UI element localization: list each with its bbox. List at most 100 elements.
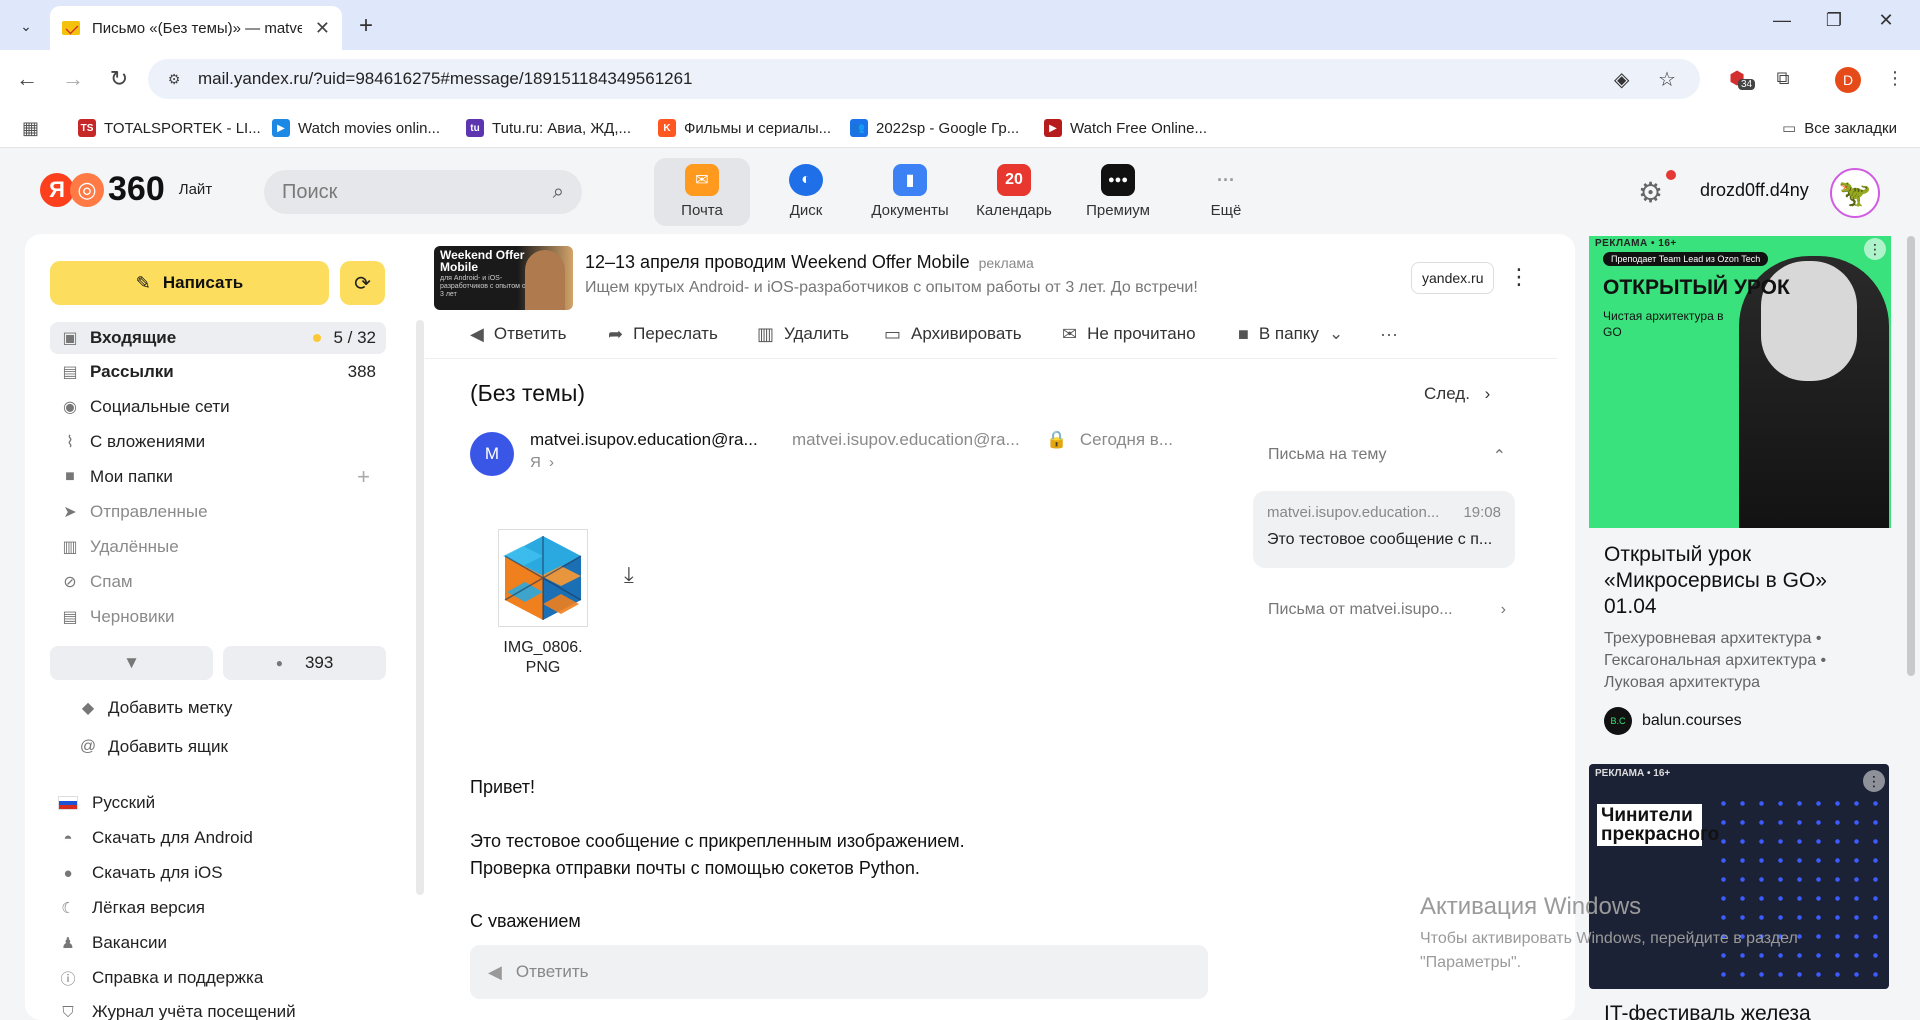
bookmark-4[interactable]: 👥 2022sp - Google Гр... (850, 116, 1019, 140)
top-ad-banner-image[interactable]: Weekend Offer Mobile для Android- и iOS-… (434, 246, 573, 310)
bookmark-star-icon[interactable]: ☆ (1658, 67, 1676, 92)
download-icon[interactable]: ⤓ (624, 562, 634, 588)
lens-icon[interactable]: ◈ (1614, 67, 1629, 92)
compose-button[interactable]: ✎ Написать (50, 261, 329, 305)
mark-unread-button[interactable]: ✉ Не прочитано (1062, 321, 1196, 347)
google-groups-icon: 👥 (850, 119, 868, 137)
yandex360-logo[interactable]: Я ◎ 360 Лайт (40, 170, 212, 209)
folder-deleted[interactable]: ▥ Удалённые (50, 531, 386, 563)
attachment-name[interactable]: IMG_0806. PNG (490, 638, 596, 678)
forward-button[interactable]: → (58, 64, 88, 94)
footer-android[interactable]: ◓ Скачать для Android (58, 824, 252, 852)
username[interactable]: drozd0ff.d4ny (1700, 180, 1809, 201)
add-mailbox-link[interactable]: @ Добавить ящик (78, 733, 228, 761)
service-documents[interactable]: ▮ Документы (862, 158, 958, 226)
folder-my-folders[interactable]: ■ Мои папки + (50, 461, 386, 493)
recipient-text: Я (530, 454, 541, 471)
attachment-thumbnail[interactable] (498, 529, 588, 627)
address-bar[interactable]: ⚙ mail.yandex.ru/?uid=984616275#message/… (148, 59, 1700, 99)
add-label-link[interactable]: ◆ Добавить метку (78, 694, 233, 722)
folder-spam[interactable]: ⊘ Спам (50, 566, 386, 598)
right-scrollbar[interactable] (1907, 236, 1915, 676)
service-premium[interactable]: ●●● Премиум (1070, 158, 1166, 226)
folder-inbox[interactable]: ▣ Входящие 5 / 32 (50, 322, 386, 354)
adblock-extension-icon[interactable]: ⬢ 34 (1724, 65, 1756, 91)
folder-attachments[interactable]: ⌇ С вложениями (50, 426, 386, 458)
service-calendar[interactable]: 20 Календарь (966, 158, 1062, 226)
url-text: mail.yandex.ru/?uid=984616275#message/18… (198, 69, 693, 88)
extensions-puzzle-icon[interactable]: ⧉ (1770, 65, 1796, 91)
sender-avatar[interactable]: M (470, 432, 514, 476)
top-ad-title[interactable]: 12–13 апреля проводим Weekend Offer Mobi… (585, 252, 1034, 273)
bookmark-5[interactable]: ▶ Watch Free Online... (1044, 116, 1207, 140)
search-icon[interactable]: ⌕ (553, 181, 564, 204)
next-message-link[interactable]: След. › (1424, 384, 1490, 404)
footer-visit-log[interactable]: ⛉ Журнал учёта посещений (58, 998, 295, 1020)
bookmark-label: TOTALSPORTEK - LI... (104, 119, 261, 137)
more-actions-button[interactable]: ··· (1380, 321, 1408, 347)
reload-button[interactable]: ↻ (104, 64, 134, 94)
search-input[interactable]: Поиск ⌕ (264, 170, 582, 214)
back-button[interactable]: ← (12, 64, 42, 94)
bookmark-0[interactable]: TS TOTALSPORTEK - LI... (78, 116, 261, 140)
ad-pill: Преподает Team Lead из Ozon Tech (1603, 252, 1769, 266)
settings-notification-dot (1666, 170, 1676, 180)
ad-menu-icon[interactable]: ⋮ (1863, 770, 1885, 792)
folder-sent[interactable]: ➤ Отправленные (50, 496, 386, 528)
user-avatar[interactable]: 🦖 (1830, 168, 1880, 218)
restore-button[interactable]: ❐ (1814, 10, 1854, 31)
archive-button[interactable]: ▭ Архивировать (884, 321, 1022, 347)
footer-language[interactable]: Русский (58, 789, 155, 817)
browser-menu-icon[interactable]: ⋮ (1882, 65, 1908, 91)
right-ad-2-title[interactable]: IT-фестиваль железа (1604, 1002, 1811, 1020)
footer-help[interactable]: ⓘ Справка и поддержка (58, 964, 263, 992)
folder-social[interactable]: ◉ Социальные сети (50, 391, 386, 423)
top-ad-domain-button[interactable]: yandex.ru (1411, 262, 1495, 294)
service-more[interactable]: ··· Ещё (1178, 158, 1274, 226)
unread-filter-chip[interactable]: ● 393 (223, 646, 386, 680)
bookmark-2[interactable]: tu Tutu.ru: Авиа, ЖД,... (466, 116, 631, 140)
footer-jobs[interactable]: ♟ Вакансии (58, 929, 167, 957)
sender-address[interactable]: matvei.isupov.education@ra... (792, 430, 1020, 450)
bookmark-3[interactable]: K Фильмы и сериалы... (658, 116, 831, 140)
right-ad-1-title[interactable]: Открытый урок «Микросервисы в GO» 01.04 (1604, 542, 1884, 620)
right-ad-1-image[interactable]: РЕКЛАМА • 16+ Преподает Team Lead из Ozo… (1589, 236, 1891, 528)
profile-avatar[interactable]: D (1835, 67, 1861, 93)
delete-button[interactable]: ▥ Удалить (757, 321, 849, 347)
letters-from-sender-link[interactable]: Письма от matvei.isupo... › (1268, 601, 1506, 619)
thread-header[interactable]: Письма на тему ⌃ (1268, 446, 1506, 466)
browser-tab-active[interactable]: Письмо «(Без темы)» — matve ✕ (50, 6, 342, 50)
reply-arrow-icon: ◀ (470, 323, 484, 344)
settings-gear-icon[interactable]: ⚙ (1638, 176, 1663, 209)
service-disk[interactable]: ◐ Диск (758, 158, 854, 226)
recipient-link[interactable]: Я › (530, 454, 554, 471)
thread-message-card[interactable]: matvei.isupov.education... 19:08 Это тес… (1253, 491, 1515, 568)
tab-search-chevron-icon[interactable]: ⌄ (12, 12, 40, 40)
new-tab-button[interactable]: + (352, 12, 380, 40)
site-info-icon[interactable]: ⚙ (164, 69, 184, 89)
refresh-button[interactable]: ⟳ (340, 261, 385, 305)
reply-button[interactable]: ◀ Ответить (470, 321, 567, 347)
footer-lite[interactable]: ☾ Лёгкая версия (58, 894, 205, 922)
forward-button-msg[interactable]: ➦ Переслать (608, 321, 718, 347)
tab-close-icon[interactable]: ✕ (315, 18, 330, 39)
minimize-button[interactable]: — (1762, 10, 1802, 31)
bookmarked-filter-chip[interactable]: ▼ (50, 646, 213, 680)
bookmark-1[interactable]: ▶ Watch movies onlin... (272, 116, 440, 140)
top-ad-more-icon[interactable]: ⋮ (1508, 264, 1530, 290)
quick-reply-input[interactable]: ◀ Ответить (470, 945, 1208, 999)
service-mail[interactable]: ✉ Почта (654, 158, 750, 226)
sidebar-scrollbar[interactable] (416, 320, 424, 895)
add-folder-icon[interactable]: + (357, 464, 370, 490)
footer-ios[interactable]: ● Скачать для iOS (58, 859, 222, 887)
move-to-folder-button[interactable]: ■ В папку ⌄ (1238, 321, 1343, 347)
folder-newsletters[interactable]: ▤ Рассылки 388 (50, 356, 386, 388)
apps-grid-icon[interactable]: ▦ (22, 116, 39, 140)
right-ad-1-source[interactable]: B.C balun.courses (1604, 707, 1742, 735)
all-bookmarks[interactable]: ▭ Все закладки (1782, 116, 1897, 140)
folder-drafts[interactable]: ▤ Черновики (50, 601, 386, 633)
ad-menu-icon[interactable]: ⋮ (1864, 238, 1886, 260)
all-bookmarks-label: Все закладки (1804, 119, 1897, 137)
close-window-button[interactable]: ✕ (1866, 10, 1906, 31)
sender-name[interactable]: matvei.isupov.education@ra... (530, 430, 758, 450)
